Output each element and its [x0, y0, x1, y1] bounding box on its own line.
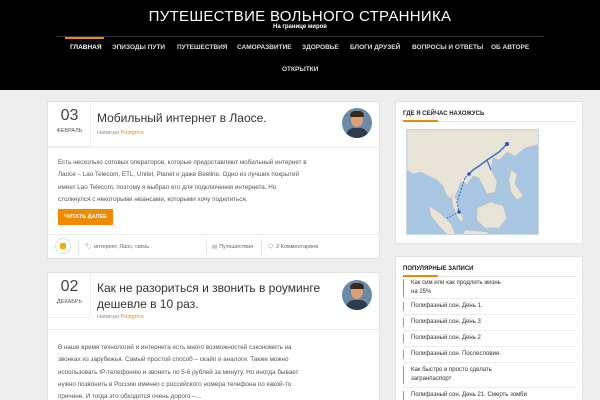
- category-text[interactable]: Путешествия: [219, 244, 253, 250]
- post-title-line[interactable]: Как не разориться и звонить в роуминге: [97, 280, 320, 296]
- byline-prefix: Написал: [97, 130, 120, 136]
- post-title[interactable]: Мобильный интернет в Лаосе.: [97, 110, 267, 126]
- excerpt-line: Есть несколько сотовых операторов, котор…: [58, 159, 307, 166]
- popular-separator: [403, 330, 577, 331]
- post-byline: Написал Pelegrino: [97, 314, 144, 320]
- post-excerpt: В наше время технологий и интернета есть…: [58, 342, 373, 400]
- excerpt-line: имеет Lao Telecom, поэтому я выбрал его …: [58, 183, 277, 191]
- popular-post-title[interactable]: загранпаспорт: [403, 375, 577, 384]
- post-category[interactable]: ▤ Путешествия: [212, 244, 253, 250]
- widget-title: ПОПУЛЯРНЫЕ ЗАПИСИ: [403, 266, 474, 272]
- post-comments[interactable]: 🗨︎ 2 Комментариев: [267, 244, 318, 250]
- popular-post-title[interactable]: Полифазный сон. День 2: [403, 334, 577, 343]
- comments-icon: 🗨︎: [267, 244, 274, 250]
- popular-separator: [403, 314, 577, 315]
- popular-post-link[interactable]: Полифазный сон. День 1.: [403, 302, 577, 311]
- popular-post-link[interactable]: Полифазный сон. День 2: [403, 334, 577, 343]
- nav-item-episodes[interactable]: ЭПИЗОДЫ ПУТИ: [112, 44, 165, 51]
- meta-divider: [261, 239, 262, 255]
- post-excerpt: Есть несколько сотовых операторов, котор…: [58, 157, 373, 206]
- meta-divider: [206, 239, 207, 255]
- popular-post-link[interactable]: Полифазный сон. Послесловие.: [403, 350, 577, 359]
- popular-separator: [403, 387, 577, 388]
- popular-post-title[interactable]: Как сим или как продлить жизнь: [403, 279, 577, 288]
- widget-title: ГДЕ Я СЕЙЧАС НАХОЖУСЬ: [403, 111, 485, 117]
- post-title[interactable]: Как не разориться и звонить в роуминге д…: [97, 280, 320, 312]
- popular-post-link[interactable]: Полифазный сон. День 21. Смерть зомби: [403, 391, 577, 400]
- popular-post-title[interactable]: Полифазный сон. День 21. Смерть зомби: [403, 391, 577, 400]
- post-byline: Написал Pelegrino: [97, 130, 144, 136]
- site-title[interactable]: ПУТЕШЕСТВИЕ ВОЛЬНОГО СТРАННИКА: [0, 8, 600, 25]
- excerpt-line: звонках из зарубежья. Самый простой спос…: [58, 356, 289, 364]
- post-date-day: 03: [60, 107, 79, 124]
- nav-item-home[interactable]: ГЛАВНАЯ: [70, 44, 102, 51]
- post-card: 02 ДЕКАБРЬ Как не разориться и звонить в…: [47, 272, 380, 400]
- popular-post-link[interactable]: Полифазный сон. День 3: [403, 318, 577, 327]
- author-link[interactable]: Pelegrino: [121, 314, 144, 320]
- nav-item-health[interactable]: ЗДОРОВЬЕ: [302, 44, 339, 51]
- widget-title-accent: [403, 120, 438, 122]
- nav-item-travel[interactable]: ПУТЕШЕСТВИЯ: [177, 44, 227, 51]
- post-date-month: ФЕВРАЛЬ: [56, 128, 83, 134]
- nav-active-indicator: [65, 37, 104, 39]
- read-more-button[interactable]: ЧИТАТЬ ДАЛЕЕ: [58, 209, 113, 225]
- excerpt-line: использовать IP-телефонию и звонить по 5…: [58, 368, 299, 376]
- popular-post-link[interactable]: Как быстро и просто сделать загранпаспор…: [403, 366, 577, 384]
- post-title-line[interactable]: дешевле в 10 раз.: [97, 296, 320, 312]
- byline-prefix: Написал: [97, 314, 120, 320]
- popular-post-title[interactable]: Как быстро и просто сделать: [403, 366, 577, 375]
- popular-post-title[interactable]: Полифазный сон. День 3: [403, 318, 577, 327]
- post-meta: 🏷︎ интернет, Лаос, связь ▤ Путешествия 🗨︎ 2…: [48, 235, 379, 259]
- site-tagline: На границе миров: [273, 24, 327, 30]
- tag-icon: 🏷︎: [85, 244, 92, 250]
- post-date-day: 02: [60, 278, 79, 295]
- location-widget: ГДЕ Я СЕЙЧАС НАХОЖУСЬ: [395, 101, 583, 244]
- nav-item-postcards[interactable]: ОТКРЫТКИ: [282, 66, 318, 73]
- post-date: 02 ДЕКАБРЬ: [48, 273, 91, 318]
- excerpt-line: В наше время технологий и интернета есть…: [58, 344, 292, 351]
- popular-post-title[interactable]: Полифазный сон. День 1.: [403, 302, 577, 311]
- popular-post-title[interactable]: Полифазный сон. Послесловие.: [403, 350, 577, 359]
- author-avatar[interactable]: [342, 280, 372, 310]
- post-header-divider: [48, 329, 379, 330]
- popular-post-title[interactable]: на 25%: [403, 288, 577, 297]
- nav-item-self-development[interactable]: САМОРАЗВИТИЕ: [237, 44, 292, 51]
- author-link[interactable]: Pelegrino: [121, 130, 144, 136]
- nav-item-friends-blogs[interactable]: БЛОГИ ДРУЗЕЙ: [350, 44, 400, 51]
- location-map[interactable]: [406, 129, 539, 235]
- excerpt-line: нужно позвонить в Россию именно с россий…: [58, 380, 292, 388]
- meta-divider: [78, 239, 79, 255]
- site-header: ПУТЕШЕСТВИЕ ВОЛЬНОГО СТРАННИКА На границ…: [0, 0, 600, 90]
- post-card: 03 ФЕВРАЛЬ Мобильный интернет в Лаосе. Н…: [47, 101, 380, 259]
- comments-text[interactable]: 2 Комментариев: [276, 244, 318, 250]
- nav-item-about[interactable]: ОБ АВТОРЕ: [491, 44, 529, 51]
- post-tags[interactable]: 🏷︎ интернет, Лаос, связь: [85, 244, 149, 250]
- excerpt-line: причине. И тогда это обходится очень дор…: [58, 393, 202, 400]
- post-date: 03 ФЕВРАЛЬ: [48, 102, 91, 147]
- main-nav: ГЛАВНАЯ ЭПИЗОДЫ ПУТИ ПУТЕШЕСТВИЯ САМОРАЗ…: [0, 37, 600, 87]
- popular-separator: [403, 298, 577, 299]
- popular-separator: [403, 346, 577, 347]
- excerpt-line: Лаосе – Lao Telecom, ETL, Unitel, Planet…: [58, 171, 300, 179]
- folder-icon: ▤: [212, 244, 218, 250]
- nav-item-faq[interactable]: ВОПРОСЫ И ОТВЕТЫ: [412, 44, 483, 51]
- tags-text[interactable]: интернет, Лаос, связь: [94, 244, 149, 250]
- post-date-month: ДЕКАБРЬ: [56, 299, 83, 305]
- author-avatar[interactable]: [342, 108, 372, 138]
- excerpt-line: столкнулся с некоторыми нюансами, которы…: [58, 195, 248, 203]
- map-graphic: [407, 130, 538, 234]
- pin-icon: [55, 238, 71, 254]
- popular-posts-widget: ПОПУЛЯРНЫЕ ЗАПИСИ Как сим или как продли…: [395, 256, 583, 400]
- post-header-divider: [48, 147, 379, 148]
- popular-separator: [403, 362, 577, 363]
- popular-post-link[interactable]: Как сим или как продлить жизнь на 25%: [403, 279, 577, 297]
- widget-title-accent: [403, 275, 438, 277]
